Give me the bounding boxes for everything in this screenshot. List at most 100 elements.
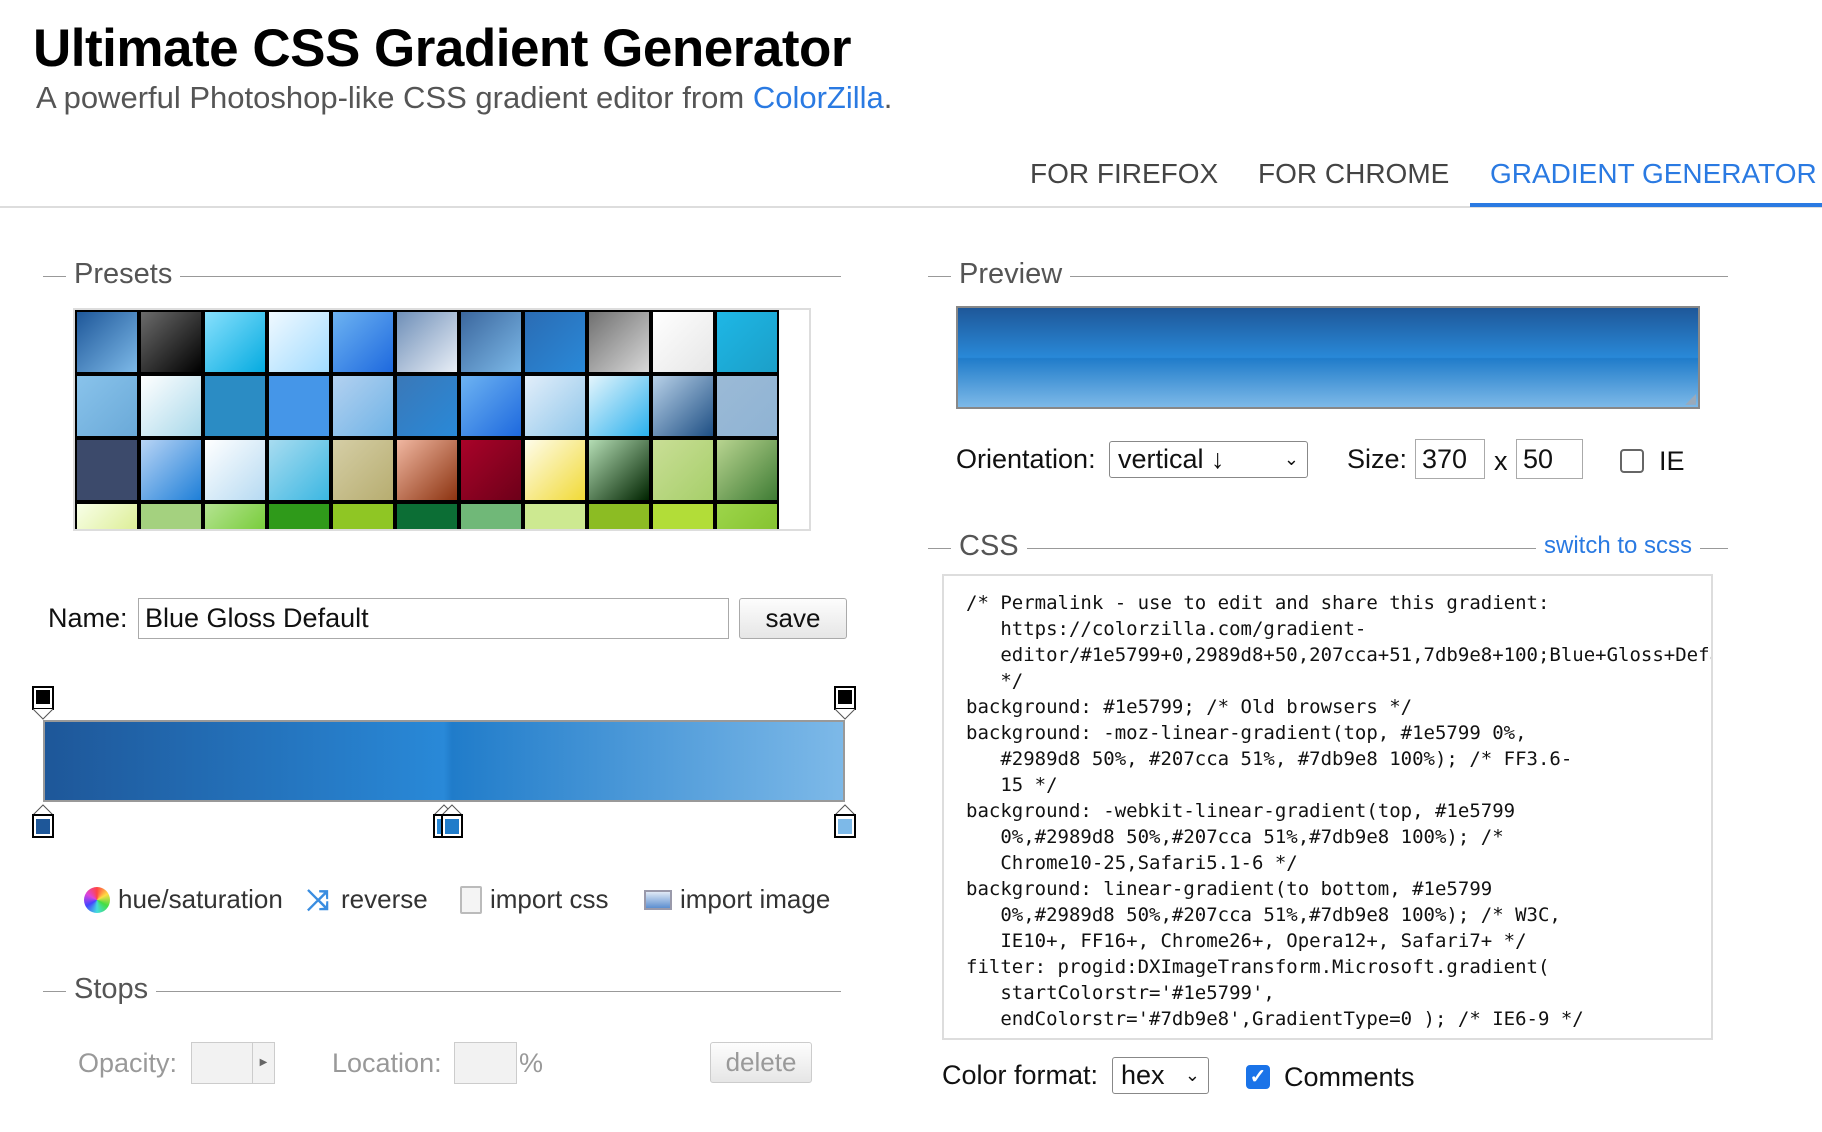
preset-swatch[interactable] [139,374,203,438]
css-output[interactable]: /* Permalink - use to edit and share thi… [942,574,1713,1040]
tool-label: reverse [341,884,428,914]
preset-swatch[interactable] [651,374,715,438]
css-code: /* Permalink - use to edit and share thi… [966,592,1713,1030]
preset-swatch[interactable] [523,374,587,438]
nav-gradient-generator[interactable]: GRADIENT GENERATOR [1490,158,1817,190]
stops-legend: Stops [66,973,157,1006]
percent-sign: % [519,1048,544,1078]
preset-swatch[interactable] [395,438,459,502]
preset-swatch[interactable] [523,310,587,374]
preset-swatch[interactable] [203,438,267,502]
preset-swatch[interactable] [139,310,203,374]
nav-for-chrome[interactable]: FOR CHROME [1258,158,1449,190]
import-image-tool[interactable]: import image [644,884,830,915]
tool-label: import image [680,884,831,914]
preset-swatch[interactable] [331,310,395,374]
preset-swatch[interactable] [75,502,139,529]
import-css-icon [460,885,482,914]
chevron-down-icon: ⌄ [1184,1065,1200,1085]
color-stop[interactable] [32,804,54,838]
opacity-label: Opacity: [78,1048,178,1078]
comments-checkbox[interactable]: ✓ [1246,1065,1270,1089]
subtitle-end: . [883,80,893,115]
location-label: Location: [332,1048,442,1078]
preset-swatch[interactable] [203,502,267,529]
location-input[interactable] [454,1042,517,1084]
orientation-select[interactable]: vertical ↓ ⌄ [1109,441,1308,478]
opacity-input[interactable]: ▶ [191,1042,275,1084]
preset-swatch[interactable] [587,310,651,374]
spin-arrow-icon[interactable]: ▶ [252,1043,274,1083]
width-input[interactable] [1415,439,1485,479]
preset-swatch[interactable] [523,502,587,529]
ie-checkbox[interactable] [1620,449,1644,473]
preset-swatch[interactable] [203,374,267,438]
preset-swatch[interactable] [395,502,459,529]
preset-swatch[interactable] [459,374,523,438]
preset-swatch[interactable] [459,310,523,374]
delete-button[interactable]: delete [710,1042,812,1083]
color-format-select[interactable]: hex ⌄ [1112,1057,1209,1094]
presets-panel[interactable] [73,308,811,531]
chevron-down-icon: ⌄ [1283,449,1299,469]
comments-label: Comments [1284,1062,1415,1092]
import-image-icon [644,889,672,910]
size-label: Size: [1347,444,1408,474]
preview-legend: Preview [951,258,1071,291]
hue-saturation-tool[interactable]: hue/saturation [84,884,283,915]
preset-swatch[interactable] [75,374,139,438]
preset-swatch[interactable] [651,502,715,529]
preset-swatch[interactable] [395,374,459,438]
opacity-stop[interactable] [834,686,856,720]
color-stop[interactable] [834,804,856,838]
preset-swatch[interactable] [267,438,331,502]
shuffle-icon: ⤨ [307,883,330,915]
nav-for-firefox[interactable]: FOR FIREFOX [1030,158,1218,190]
import-css-tool[interactable]: import css [460,884,608,915]
preset-swatch[interactable] [267,502,331,529]
preset-swatch[interactable] [715,310,779,374]
colorzilla-link[interactable]: ColorZilla [753,80,884,115]
reverse-tool[interactable]: ⤨ reverse [307,884,428,915]
preset-swatch[interactable] [651,310,715,374]
preset-swatch[interactable] [715,374,779,438]
preset-swatch[interactable] [651,438,715,502]
preset-swatch[interactable] [75,438,139,502]
gradient-bar[interactable] [43,720,845,802]
resize-handle-icon[interactable]: ◢ [1685,390,1696,407]
preset-swatch[interactable] [459,502,523,529]
height-input[interactable] [1516,439,1583,479]
preset-swatch[interactable] [587,502,651,529]
preset-swatch[interactable] [715,438,779,502]
save-button[interactable]: save [739,598,847,639]
preset-swatch[interactable] [331,374,395,438]
preset-swatch[interactable] [395,310,459,374]
name-input[interactable] [138,598,729,639]
orientation-label: Orientation: [956,444,1096,474]
subtitle-text: A powerful Photoshop-like CSS gradient e… [36,80,753,115]
preset-swatch[interactable] [139,438,203,502]
preset-swatch[interactable] [587,374,651,438]
preset-swatch[interactable] [267,310,331,374]
color-wheel-icon [84,886,110,913]
color-format-label: Color format: [942,1060,1099,1090]
switch-to-scss-link[interactable]: switch to scss [1536,532,1701,560]
size-x: x [1494,446,1508,476]
preset-swatch[interactable] [75,310,139,374]
preset-swatch[interactable] [139,502,203,529]
preset-swatch[interactable] [331,438,395,502]
preset-swatch[interactable] [459,438,523,502]
preset-swatch[interactable] [587,438,651,502]
preset-swatch[interactable] [523,438,587,502]
nav-active-indicator [1470,203,1822,207]
color-stop[interactable] [441,804,464,838]
tool-label: hue/saturation [118,884,283,914]
gradient-preview[interactable]: ◢ [956,306,1700,409]
color-format-value: hex [1121,1060,1165,1090]
preset-swatch[interactable] [331,502,395,529]
presets-legend: Presets [66,258,181,291]
preset-swatch[interactable] [715,502,779,529]
preset-swatch[interactable] [267,374,331,438]
preset-swatch[interactable] [203,310,267,374]
opacity-stop[interactable] [32,686,54,720]
